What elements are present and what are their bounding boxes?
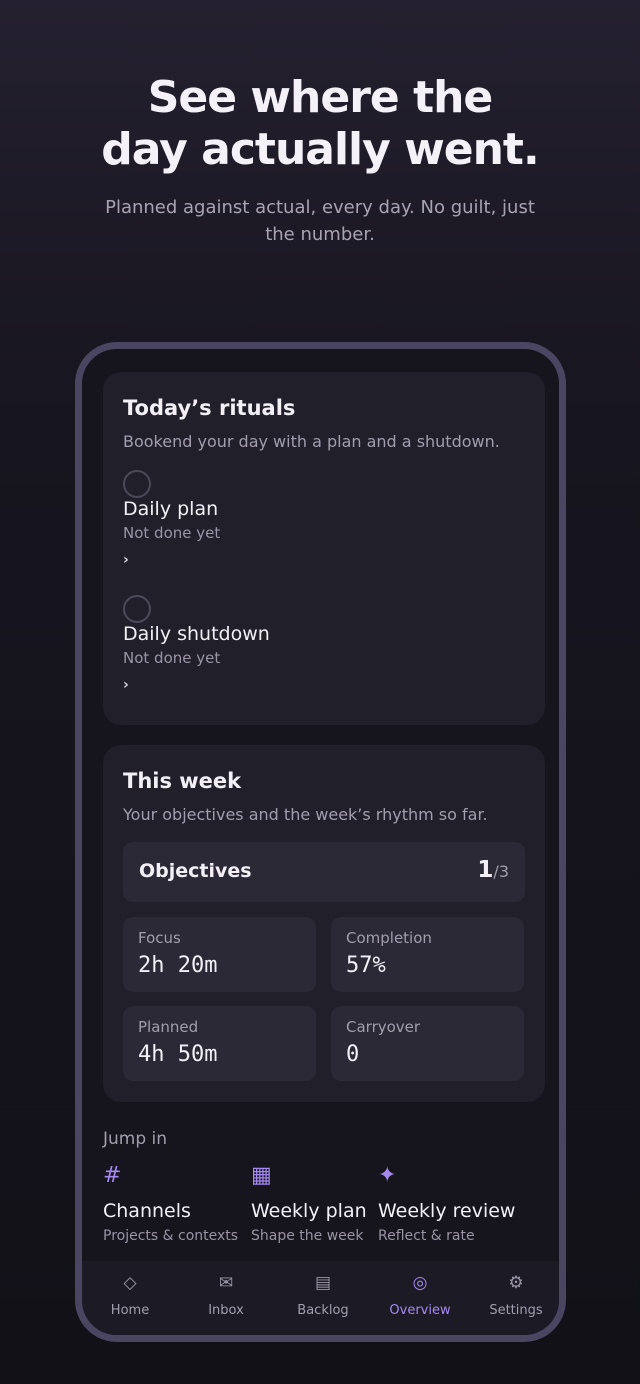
hero-subtitle: Planned against actual, every day. No gu… bbox=[105, 197, 535, 245]
objectives-total: /3 bbox=[493, 862, 509, 881]
tab-overview[interactable]: ◎ Overview bbox=[372, 1261, 468, 1335]
objectives-label: Objectives bbox=[139, 860, 252, 882]
ritual-checkbox[interactable] bbox=[123, 595, 151, 623]
jump-subtitle: Projects & contexts bbox=[103, 1228, 239, 1244]
jump-in-label: Jump in bbox=[103, 1129, 168, 1149]
grid-icon: ▦ bbox=[251, 1163, 272, 1188]
inbox-icon: ✉ bbox=[218, 1273, 234, 1293]
overview-icon: ◎ bbox=[412, 1273, 428, 1293]
ritual-status: Not done yet bbox=[123, 649, 221, 667]
tab-settings[interactable]: ⚙ Settings bbox=[468, 1261, 559, 1335]
chevron-right-icon[interactable]: › bbox=[123, 552, 129, 568]
tab-label: Inbox bbox=[208, 1303, 244, 1318]
tab-label: Backlog bbox=[297, 1303, 349, 1318]
ritual-daily-shutdown[interactable]: Daily shutdown Not done yet › bbox=[123, 595, 523, 705]
rituals-title: Today’s rituals bbox=[123, 396, 296, 420]
objectives-done: 1 bbox=[477, 857, 494, 883]
jump-subtitle: Reflect & rate bbox=[378, 1228, 475, 1244]
backlog-icon: ▤ bbox=[314, 1273, 332, 1293]
stat-completion: Completion 57% bbox=[331, 917, 524, 992]
stat-value: 0 bbox=[346, 1042, 360, 1067]
week-title: This week bbox=[123, 769, 242, 793]
week-description: Your objectives and the week’s rhythm so… bbox=[123, 805, 488, 824]
ritual-title: Daily plan bbox=[123, 498, 219, 520]
tab-inbox[interactable]: ✉ Inbox bbox=[178, 1261, 274, 1335]
tab-label: Settings bbox=[489, 1303, 543, 1318]
stat-value: 2h 20m bbox=[138, 953, 218, 978]
jump-title: Weekly plan bbox=[251, 1200, 367, 1222]
objectives-row[interactable]: Objectives 1/3 bbox=[123, 842, 525, 902]
jump-subtitle: Shape the week bbox=[251, 1228, 364, 1244]
rituals-description: Bookend your day with a plan and a shutd… bbox=[123, 432, 500, 451]
stat-value: 57% bbox=[346, 953, 386, 978]
diamond-icon: ◇ bbox=[123, 1273, 137, 1293]
stat-planned: Planned 4h 50m bbox=[123, 1006, 316, 1081]
jump-title: Channels bbox=[103, 1200, 191, 1222]
stat-value: 4h 50m bbox=[138, 1042, 218, 1067]
hero-title: See where the day actually went. bbox=[0, 72, 640, 176]
stat-focus: Focus 2h 20m bbox=[123, 917, 316, 992]
settings-icon: ⚙ bbox=[508, 1273, 524, 1293]
tab-label: Home bbox=[110, 1303, 150, 1318]
ritual-title: Daily shutdown bbox=[123, 623, 270, 645]
hero-title-line-1: See where the bbox=[147, 72, 494, 123]
stat-label: Carryover bbox=[346, 1018, 421, 1036]
phone-frame: Today’s rituals Bookend your day with a … bbox=[75, 342, 566, 1342]
jump-title: Weekly review bbox=[378, 1200, 516, 1222]
stat-label: Planned bbox=[138, 1018, 199, 1036]
ritual-daily-plan[interactable]: Daily plan Not done yet › bbox=[123, 470, 523, 580]
chevron-right-icon[interactable]: › bbox=[123, 677, 129, 693]
stat-label: Completion bbox=[346, 929, 432, 947]
stat-carryover: Carryover 0 bbox=[331, 1006, 524, 1081]
stat-label: Focus bbox=[138, 929, 181, 947]
hash-icon: # bbox=[103, 1163, 122, 1188]
sparkle-icon: ✦ bbox=[378, 1163, 397, 1188]
this-week-card: This week Your objectives and the week’s… bbox=[103, 745, 545, 1102]
tab-backlog[interactable]: ▤ Backlog bbox=[275, 1261, 371, 1335]
rituals-card: Today’s rituals Bookend your day with a … bbox=[103, 372, 545, 725]
tab-label: Overview bbox=[389, 1303, 451, 1318]
hero-title-line-2: day actually went. bbox=[101, 124, 539, 175]
tab-home[interactable]: ◇ Home bbox=[82, 1261, 178, 1335]
bottom-tab-bar: ◇ Home ✉ Inbox ▤ Backlog ◎ Overview ⚙ Se… bbox=[82, 1261, 559, 1335]
ritual-status: Not done yet bbox=[123, 524, 221, 542]
objectives-count: 1/3 bbox=[477, 857, 509, 883]
ritual-checkbox[interactable] bbox=[123, 470, 151, 498]
